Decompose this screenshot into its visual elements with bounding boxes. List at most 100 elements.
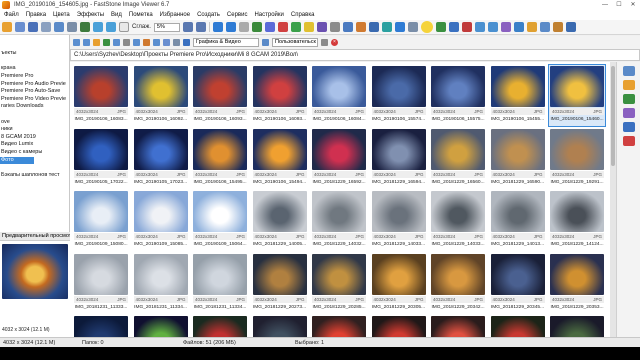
favorites-icon[interactable] (526, 22, 537, 32)
path-field[interactable]: C:\Users\Syzhev\Desktop\Проекты Premiere… (70, 49, 640, 61)
brightness-icon[interactable] (303, 22, 314, 32)
network-icon[interactable] (133, 39, 140, 46)
tree-item[interactable]: крана (0, 65, 69, 73)
thumbnail[interactable]: 4032x3024 JPG IMG_20181229_16590... (490, 128, 546, 189)
tree-item[interactable]: Бэкапы шаплонов тест (0, 172, 69, 180)
tree-item[interactable]: 8 GCAM 2019 (0, 134, 69, 142)
thumbnail[interactable]: 4032x3024 JPG IMG_20190106_15494... (252, 128, 308, 189)
menu-create[interactable]: Создать (197, 12, 220, 18)
settings-icon[interactable] (552, 22, 563, 32)
filter-icon[interactable] (183, 39, 190, 46)
thumbnail[interactable] (73, 315, 129, 337)
sharpen-icon[interactable] (329, 22, 340, 32)
highlighted-tool-icon[interactable] (420, 21, 433, 33)
thumbnail[interactable]: 4032x3024 JPG IMG_20181229_20353... (549, 253, 605, 314)
slideshow-icon[interactable] (407, 22, 418, 32)
view-mode-select[interactable]: Графика & Видео (193, 38, 259, 47)
color-adjust-icon[interactable] (290, 22, 301, 32)
thumbnail[interactable]: 4032x3024 JPG IMG_20181231_11334... (133, 253, 189, 314)
tree-item[interactable]: Premiere Pro Audio Previe (0, 81, 69, 89)
drive-icon[interactable] (123, 39, 130, 46)
thumbnail[interactable]: 4032x3024 JPG IMG_20181229_14033... (430, 190, 486, 251)
thumb-size-icon[interactable] (153, 39, 160, 46)
desktop-icon[interactable] (113, 39, 120, 46)
delete-icon[interactable] (461, 22, 472, 32)
close-button[interactable]: ✕ (626, 0, 640, 10)
copy-to-icon[interactable] (474, 22, 485, 32)
thumbnail[interactable] (549, 315, 605, 337)
scan-icon[interactable] (80, 22, 90, 32)
thumbnail[interactable]: 4032x3024 JPG IMG_20190106_16093... (192, 65, 248, 126)
actual-size-icon[interactable] (195, 22, 206, 32)
favorites-panel-icon[interactable] (623, 80, 635, 90)
tree-item[interactable] (0, 35, 69, 43)
clear-filter-button[interactable]: × (331, 39, 338, 46)
info-icon[interactable] (513, 22, 524, 32)
thumbnail[interactable]: 4032x3024 JPG IMG_20190106_16092... (133, 65, 189, 126)
thumbnail[interactable]: 4032x3024 JPG IMG_20190106_16084... (311, 65, 367, 126)
wallpaper-icon[interactable] (435, 22, 446, 32)
thumbnail[interactable]: 4032x3024 JPG IMG_20181229_20273... (252, 253, 308, 314)
tree-item[interactable] (0, 58, 69, 66)
thumbnail[interactable]: 4032x3024 JPG IMG_20190109_15064... (192, 190, 248, 251)
flip-icon[interactable] (238, 22, 249, 32)
thumbnail[interactable]: 4032x3024 JPG IMG_20181229_19291... (549, 128, 605, 189)
thumbnail[interactable] (371, 315, 427, 337)
thumbnail[interactable] (133, 315, 189, 337)
open-file-icon[interactable] (15, 22, 25, 32)
tree-item[interactable]: Premiere Pro Auto-Save (0, 88, 69, 96)
open-folder-icon[interactable] (2, 22, 12, 32)
tree-item[interactable]: ники (0, 126, 69, 134)
details-icon[interactable] (163, 39, 170, 46)
thumbnail[interactable]: 4032x3024 JPG IMG_20181229_20345... (490, 253, 546, 314)
resize-icon[interactable] (264, 22, 275, 32)
thumbnail[interactable]: 4032x3024 JPG IMG_20181229_14032... (311, 190, 367, 251)
rotate-right-icon[interactable] (225, 22, 236, 32)
thumbnail[interactable]: 4032x3024 JPG IMG_20181229_14033... (371, 190, 427, 251)
tree-item[interactable]: ove (0, 119, 69, 127)
tree-item[interactable]: Premiere Pro (0, 73, 69, 81)
panel-toggle-icon[interactable] (623, 66, 635, 76)
thumbnail[interactable] (192, 315, 248, 337)
tree-item[interactable] (0, 43, 69, 51)
effects-icon[interactable] (316, 22, 327, 32)
refresh-icon[interactable] (103, 39, 110, 46)
compare-icon[interactable] (381, 22, 392, 32)
thumbnail-selected[interactable]: 4032x3024 JPG IMG_20190106_15460... (548, 64, 606, 127)
fit-icon[interactable] (182, 22, 193, 32)
thumbnail[interactable]: 4032x3024 JPG IMG_20181231_11334... (192, 253, 248, 314)
rating-panel-icon[interactable] (623, 136, 635, 146)
thumbnail[interactable]: 4032x3024 JPG IMG_20190106_15455... (490, 65, 546, 126)
menu-tools[interactable]: Сервис (227, 12, 248, 18)
zoom-in-icon[interactable] (93, 22, 103, 32)
maps-panel-icon[interactable] (623, 94, 635, 104)
tree-item[interactable] (0, 164, 69, 172)
thumbnail[interactable]: 4032x3024 JPG IMG_20181229_16594... (371, 128, 427, 189)
email-icon[interactable] (54, 22, 64, 32)
scrollbar-thumb[interactable] (611, 66, 615, 166)
thumbnail[interactable]: 4032x3024 JPG IMG_20190106_15575... (430, 65, 486, 126)
thumbnail[interactable]: 4032x3024 JPG IMG_20181229_20305... (371, 253, 427, 314)
up-folder-icon[interactable] (93, 39, 100, 46)
sort-icon[interactable] (262, 39, 269, 46)
clone-icon[interactable] (368, 22, 379, 32)
thumbnail[interactable]: 4032x3024 JPG IMG_20181229_14005... (252, 190, 308, 251)
thumbnail[interactable]: 4032x3024 JPG IMG_20190106_15574... (371, 65, 427, 126)
thumbnail[interactable]: 4032x3024 JPG IMG_20190105_17023... (133, 128, 189, 189)
tags-panel-icon[interactable] (623, 108, 635, 118)
back-icon[interactable] (73, 39, 80, 46)
print-icon[interactable] (67, 22, 77, 32)
list-icon[interactable] (173, 39, 180, 46)
sort-direction-icon[interactable] (321, 39, 328, 46)
zoom-out-icon[interactable] (106, 22, 116, 32)
tree-item[interactable]: raries Downloads (0, 103, 69, 111)
draw-icon[interactable] (355, 22, 366, 32)
thumbnail[interactable]: 4032x3024 JPG IMG_20181229_14124... (549, 190, 605, 251)
thumbnail[interactable]: 4032x3024 JPG IMG_20181229_14013... (490, 190, 546, 251)
menu-help[interactable]: Справка (291, 12, 315, 18)
menu-effects[interactable]: Эффекты (77, 12, 104, 18)
menu-view[interactable]: Вид (111, 12, 122, 18)
tree-item[interactable] (0, 179, 69, 187)
fullscreen-icon[interactable] (394, 22, 405, 32)
tree-item[interactable] (0, 187, 69, 195)
